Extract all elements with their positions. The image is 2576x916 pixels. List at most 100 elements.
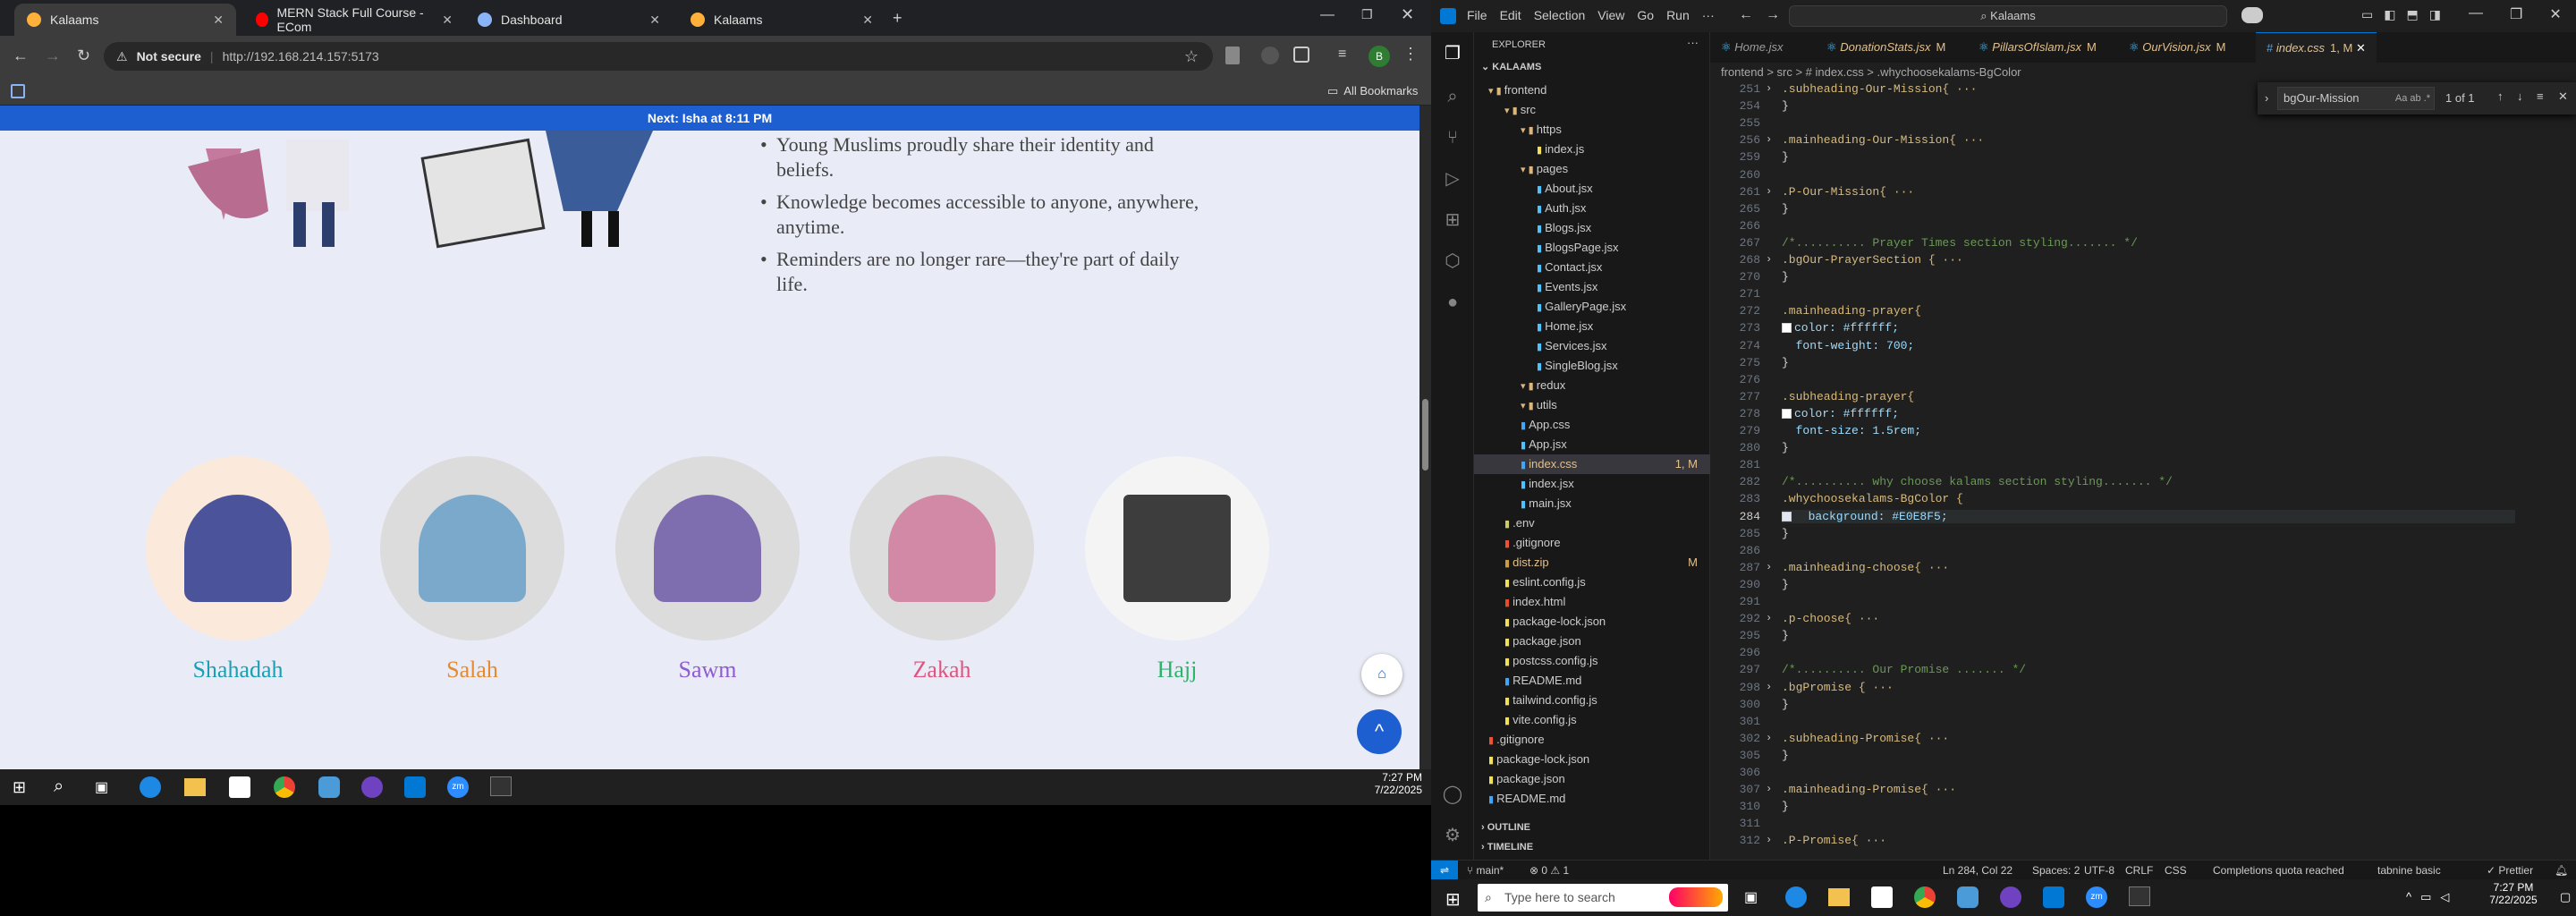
menu-icon[interactable]: ⋮ xyxy=(1402,45,1419,64)
extensions-icon[interactable]: ⊞ xyxy=(1442,209,1463,231)
nav-back-icon[interactable]: ← xyxy=(1739,7,1753,23)
tree-file[interactable]: ▮ .gitignore xyxy=(1474,533,1710,553)
code-line[interactable]: } xyxy=(1782,749,1789,762)
all-bookmarks[interactable]: ▭ All Bookmarks xyxy=(1327,84,1418,98)
taskbar-clock[interactable]: 7:27 PM 7/22/2025 xyxy=(2478,881,2549,906)
edge-icon[interactable] xyxy=(140,776,161,798)
code-line[interactable]: .P-Promise{ ··· xyxy=(1782,834,1894,847)
code-line[interactable]: .bgPromise { ··· xyxy=(1782,681,1901,694)
pillar-image[interactable] xyxy=(850,456,1034,640)
code-line[interactable]: } xyxy=(1782,800,1789,813)
tree-file[interactable]: ▮ dist.zip M xyxy=(1474,553,1710,572)
language-mode[interactable]: CSS xyxy=(2165,861,2187,880)
code-line[interactable]: /*.......... Our Promise ....... */ xyxy=(1782,663,2026,676)
code-line[interactable]: .mainheading-choose{ ··· xyxy=(1782,561,1956,574)
browser-tab[interactable]: Dashboard ✕ xyxy=(465,4,673,36)
puzzle-icon[interactable] xyxy=(1293,47,1309,63)
code-line[interactable]: } xyxy=(1782,578,1789,591)
file-explorer-icon[interactable] xyxy=(1828,888,1850,906)
tree-folder[interactable]: ▾ ▮ frontend xyxy=(1474,81,1710,100)
command-center[interactable]: ⌕ Kalaams xyxy=(1789,5,2227,27)
more-actions-icon[interactable]: ··· xyxy=(1687,36,1699,49)
timeline-section[interactable]: › TIMELINE xyxy=(1481,842,1533,852)
windows-start-icon[interactable]: ⊞ xyxy=(13,778,30,796)
code-line[interactable]: .mainheading-Promise{ ··· xyxy=(1782,783,1963,796)
source-control-icon[interactable]: ⑂ xyxy=(1442,127,1463,148)
close-find-icon[interactable]: ✕ xyxy=(2558,89,2568,104)
tree-file[interactable]: ▮ index.js xyxy=(1474,140,1710,159)
explorer-icon[interactable]: ❐ xyxy=(1442,43,1463,64)
reload-icon[interactable]: ↻ xyxy=(77,47,90,65)
mongodb-icon[interactable]: ● xyxy=(1442,292,1463,313)
code-line[interactable]: font-size: 1.5rem; xyxy=(1782,424,1921,437)
tree-file[interactable]: ▮ package.json xyxy=(1474,632,1710,651)
editor-tab[interactable]: ⚛ PillarsOfIslam.jsx M xyxy=(1968,32,2107,63)
task-view-icon[interactable]: ▣ xyxy=(95,778,108,796)
menu-item[interactable]: Run xyxy=(1666,8,1690,22)
breadcrumb[interactable]: frontend > src > # index.css > .whychoos… xyxy=(1710,63,2576,82)
store-icon[interactable] xyxy=(1871,886,1893,908)
code-line[interactable]: } xyxy=(1782,441,1789,454)
zoom-icon[interactable]: zm xyxy=(2086,886,2107,908)
extension-icon[interactable] xyxy=(1261,47,1279,64)
tree-file[interactable]: ▮ SingleBlog.jsx xyxy=(1474,356,1710,376)
pillar-image[interactable] xyxy=(615,456,800,640)
fold-chevron-icon[interactable]: › xyxy=(1766,783,1772,795)
editor-tab[interactable]: ⚛ DonationStats.jsx M xyxy=(1816,32,1956,63)
terminal-icon[interactable] xyxy=(2129,886,2150,906)
maximize-button[interactable]: ❐ xyxy=(1361,7,1373,22)
tree-file[interactable]: ▮ index.css 1, M xyxy=(1474,454,1710,474)
tree-folder[interactable]: ▾ ▮ pages xyxy=(1474,159,1710,179)
chevron-up-icon[interactable]: ^ xyxy=(2406,890,2411,904)
code-line[interactable]: .subheading-Promise{ ··· xyxy=(1782,732,1956,745)
tree-file[interactable]: ▮ About.jsx xyxy=(1474,179,1710,199)
tree-file[interactable]: ▮ Home.jsx xyxy=(1474,317,1710,336)
maximize-button[interactable]: ❐ xyxy=(2510,5,2522,23)
tabnine-status[interactable]: tabnine basic xyxy=(2377,861,2441,880)
tree-file[interactable]: ▮ package-lock.json xyxy=(1474,612,1710,632)
cursor-position[interactable]: Ln 284, Col 22 xyxy=(1943,861,2012,880)
scroll-top-icon[interactable]: ⌂ xyxy=(1361,654,1402,695)
tree-file[interactable]: ▮ README.md xyxy=(1474,789,1710,805)
tree-file[interactable]: ▮ App.jsx xyxy=(1474,435,1710,454)
menu-item[interactable]: Edit xyxy=(1500,8,1521,22)
code-line[interactable]: } xyxy=(1782,202,1789,216)
tree-file[interactable]: ▮ GalleryPage.jsx xyxy=(1474,297,1710,317)
tree-file[interactable]: ▮ tailwind.config.js xyxy=(1474,691,1710,710)
app-icon[interactable] xyxy=(318,776,340,798)
code-line[interactable]: } xyxy=(1782,99,1789,113)
new-tab-button[interactable]: + xyxy=(893,9,902,28)
next-match-icon[interactable]: ↓ xyxy=(2517,89,2523,103)
tree-folder[interactable]: ▾ ▮ src xyxy=(1474,100,1710,120)
menu-item[interactable]: File xyxy=(1467,8,1487,22)
tree-file[interactable]: ▮ index.jsx xyxy=(1474,474,1710,494)
color-swatch[interactable] xyxy=(1782,511,1792,522)
menu-item[interactable]: View xyxy=(1597,8,1624,22)
profile-avatar[interactable]: B xyxy=(1368,46,1390,67)
tree-file[interactable]: ▮ package-lock.json xyxy=(1474,750,1710,769)
copilot-icon[interactable] xyxy=(2241,7,2263,23)
tree-file[interactable]: ▮ package.json xyxy=(1474,769,1710,789)
tree-file[interactable]: ▮ Services.jsx xyxy=(1474,336,1710,356)
secondary-sidebar-icon[interactable]: ◨ xyxy=(2429,7,2441,22)
github-icon[interactable] xyxy=(361,776,383,798)
pillar-label[interactable]: Zakah xyxy=(850,657,1034,683)
close-button[interactable]: ✕ xyxy=(2549,5,2561,23)
tree-file[interactable]: ▮ main.jsx xyxy=(1474,494,1710,513)
code-line[interactable]: } xyxy=(1782,270,1789,284)
chrome-icon[interactable] xyxy=(274,776,295,798)
menu-item[interactable]: ··· xyxy=(1702,8,1715,22)
color-swatch[interactable] xyxy=(1782,408,1792,419)
back-to-top-button[interactable]: ^ xyxy=(1357,709,1402,754)
fold-chevron-icon[interactable]: › xyxy=(1766,185,1772,198)
branch-indicator[interactable]: ⑂ main* xyxy=(1467,861,1504,880)
nav-forward-icon[interactable]: → xyxy=(1766,7,1780,23)
pillar-label[interactable]: Shahadah xyxy=(146,657,330,683)
pillar-image[interactable] xyxy=(380,456,564,640)
taskbar-search-box[interactable]: ⌕ Type here to search xyxy=(1478,884,1728,912)
settings-gear-icon[interactable]: ⚙ xyxy=(1442,825,1463,846)
code-line[interactable]: /*.......... Prayer Times section stylin… xyxy=(1782,236,2138,250)
vscode-icon[interactable] xyxy=(2043,886,2064,908)
fold-chevron-icon[interactable]: › xyxy=(1766,612,1772,624)
sidebar-toggle-icon[interactable]: ◧ xyxy=(2384,7,2395,22)
